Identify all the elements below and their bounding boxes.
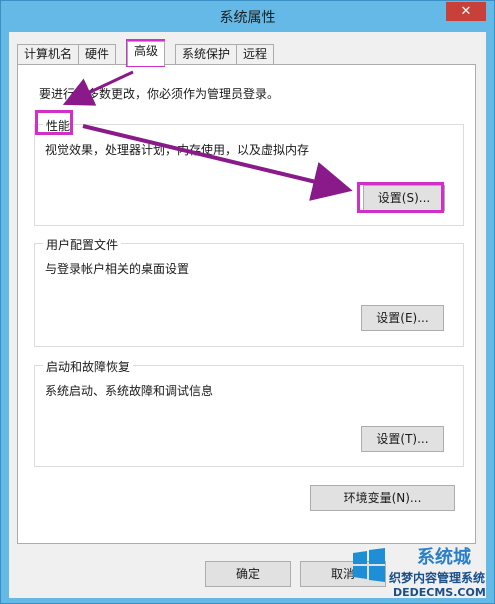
system-properties-window: 系统属性 ✕ 计算机名 硬件 高级 系统保护 远程 要进行大多数更改，你必须作为… — [0, 0, 495, 604]
performance-description: 视觉效果，处理器计划，内存使用，以及虚拟内存 — [45, 143, 310, 157]
tab-remote[interactable]: 远程 — [236, 44, 275, 65]
user-profiles-description: 与登录帐户相关的桌面设置 — [45, 262, 190, 276]
close-button[interactable]: ✕ — [446, 2, 486, 21]
ok-button[interactable]: 确定 — [205, 561, 291, 587]
tab-advanced[interactable]: 高级 — [127, 41, 166, 66]
admin-notice: 要进行大多数更改，你必须作为管理员登录。 — [39, 87, 280, 101]
watermark-line1: 织梦内容管理系统 — [389, 571, 486, 585]
user-profiles-group-title: 用户配置文件 — [43, 236, 122, 253]
tab-computer-name[interactable]: 计算机名 — [17, 44, 80, 65]
user-profiles-settings-button[interactable]: 设置(E)... — [361, 305, 444, 331]
performance-settings-button[interactable]: 设置(S)... — [363, 185, 445, 211]
title-bar: 系统属性 ✕ — [1, 1, 494, 32]
startup-recovery-description: 系统启动、系统故障和调试信息 — [45, 384, 214, 398]
performance-group: 性能 视觉效果，处理器计划，内存使用，以及虚拟内存 设置(S)... — [34, 117, 464, 226]
tab-hardware[interactable]: 硬件 — [78, 44, 117, 65]
tab-system-protection[interactable]: 系统保护 — [175, 44, 238, 65]
user-profiles-group: 用户配置文件 与登录帐户相关的桌面设置 设置(E)... — [34, 236, 464, 347]
watermark: 系统城 织梦内容管理系统 DEDECMS.COM — [337, 541, 495, 604]
watermark-brand: 系统城 — [417, 547, 471, 568]
startup-recovery-group: 启动和故障恢复 系统启动、系统故障和调试信息 设置(T)... — [34, 358, 464, 467]
startup-recovery-settings-button[interactable]: 设置(T)... — [361, 426, 444, 452]
watermark-line2: DEDECMS.COM — [393, 586, 486, 599]
environment-variables-button[interactable]: 环境变量(N)... — [310, 485, 455, 511]
close-icon: ✕ — [460, 4, 472, 19]
startup-recovery-group-title: 启动和故障恢复 — [43, 358, 134, 375]
window-title: 系统属性 — [219, 10, 276, 26]
windows-logo-icon — [353, 548, 385, 582]
performance-group-title: 性能 — [43, 117, 74, 134]
